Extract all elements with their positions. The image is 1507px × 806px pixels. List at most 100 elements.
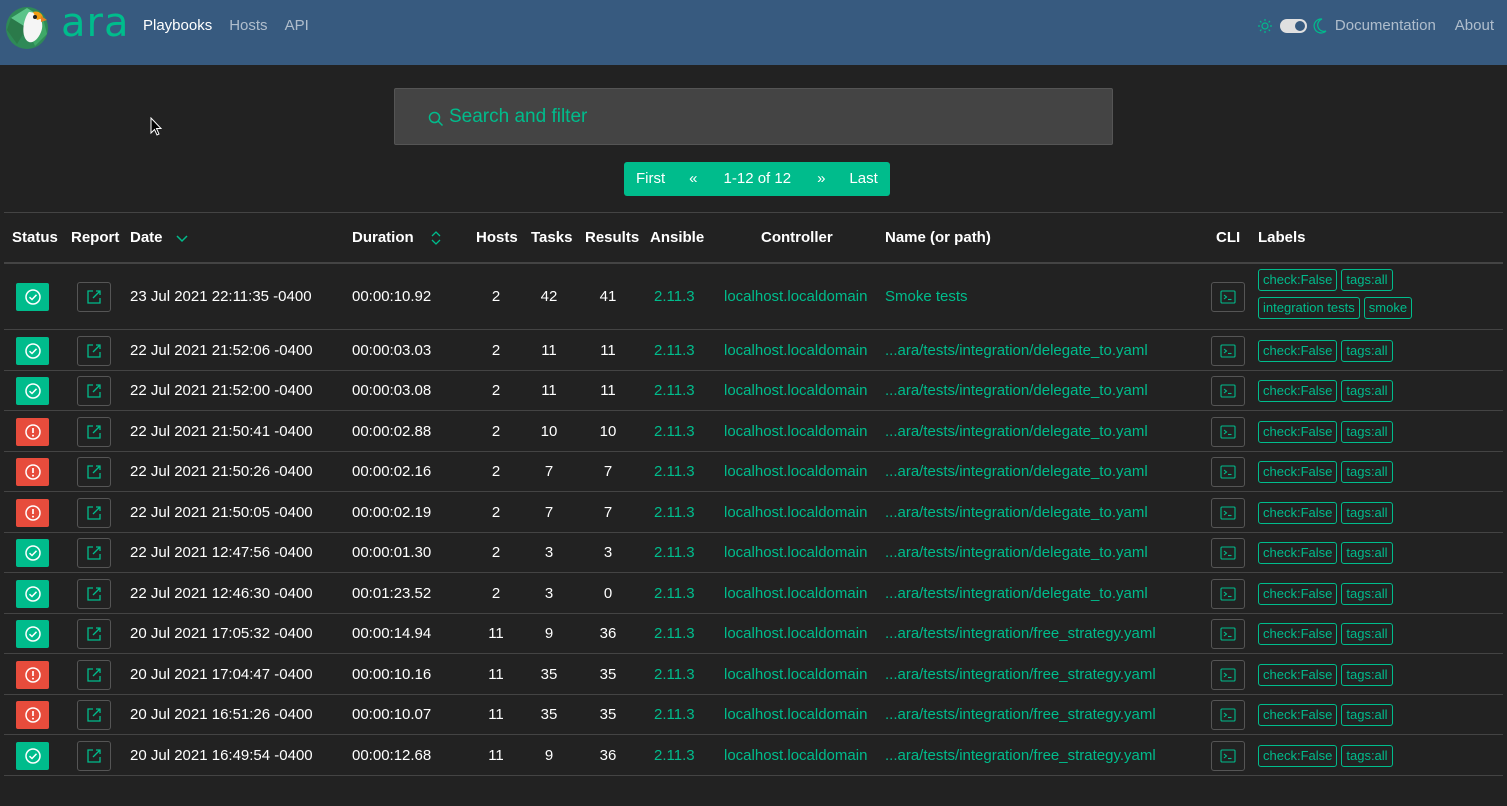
pagination-prev[interactable]: « xyxy=(677,162,709,196)
cli-button[interactable] xyxy=(1211,497,1245,528)
cli-button[interactable] xyxy=(1211,335,1245,366)
report-button[interactable] xyxy=(77,619,111,649)
status-badge[interactable] xyxy=(16,741,49,770)
report-button[interactable] xyxy=(77,457,111,487)
status-badge[interactable] xyxy=(16,539,49,567)
row-controller[interactable]: localhost.localdomain xyxy=(724,706,867,723)
cli-button[interactable] xyxy=(1211,578,1245,609)
row-ansible-version[interactable]: 2.11.3 xyxy=(654,544,695,561)
label-tag[interactable]: tags:all xyxy=(1341,269,1393,291)
report-button[interactable] xyxy=(77,282,111,312)
cli-button[interactable] xyxy=(1211,376,1245,406)
col-duration[interactable]: Duration xyxy=(352,229,442,246)
ara-logo[interactable]: ara xyxy=(5,0,128,50)
report-button[interactable] xyxy=(77,659,111,690)
row-playbook-name[interactable]: ...ara/tests/integration/free_strategy.y… xyxy=(885,706,1156,723)
label-tag[interactable]: tags:all xyxy=(1341,623,1393,645)
label-tag[interactable]: tags:all xyxy=(1341,461,1393,483)
cli-button[interactable] xyxy=(1211,659,1245,690)
cli-button[interactable] xyxy=(1211,619,1245,649)
row-playbook-name[interactable]: ...ara/tests/integration/delegate_to.yam… xyxy=(885,423,1148,440)
label-tag[interactable]: check:False xyxy=(1258,542,1338,564)
row-playbook-name[interactable]: Smoke tests xyxy=(885,288,968,305)
label-tag[interactable]: check:False xyxy=(1258,501,1338,524)
row-ansible-version[interactable]: 2.11.3 xyxy=(654,288,695,305)
row-controller[interactable]: localhost.localdomain xyxy=(724,342,867,359)
cli-button[interactable] xyxy=(1211,700,1245,730)
label-tag[interactable]: tags:all xyxy=(1341,704,1393,726)
row-controller[interactable]: localhost.localdomain xyxy=(724,625,867,642)
report-button[interactable] xyxy=(77,497,111,528)
cli-button[interactable] xyxy=(1211,740,1245,771)
row-playbook-name[interactable]: ...ara/tests/integration/free_strategy.y… xyxy=(885,666,1156,683)
row-ansible-version[interactable]: 2.11.3 xyxy=(654,342,695,359)
table-row[interactable]: 22 Jul 2021 12:46:30 -0400 00:01:23.52 2 3 0… xyxy=(4,573,1503,614)
label-tag[interactable]: smoke xyxy=(1363,297,1413,319)
table-row[interactable]: 22 Jul 2021 21:52:00 -0400 00:00:03.08 2 11… xyxy=(4,371,1503,411)
status-badge[interactable] xyxy=(16,620,49,648)
theme-toggle[interactable] xyxy=(1279,18,1307,33)
label-tag[interactable]: check:False xyxy=(1258,269,1338,291)
row-controller[interactable]: localhost.localdomain xyxy=(724,288,867,305)
row-ansible-version[interactable]: 2.11.3 xyxy=(654,463,695,480)
row-controller[interactable]: localhost.localdomain xyxy=(724,585,867,602)
nav-documentation[interactable]: Documentation xyxy=(1335,17,1436,34)
label-tag[interactable]: check:False xyxy=(1258,663,1338,686)
row-ansible-version[interactable]: 2.11.3 xyxy=(654,423,695,440)
row-controller[interactable]: localhost.localdomain xyxy=(724,382,867,399)
row-controller[interactable]: localhost.localdomain xyxy=(724,747,867,764)
status-badge[interactable] xyxy=(16,336,49,365)
status-badge[interactable] xyxy=(16,377,49,405)
row-controller[interactable]: localhost.localdomain xyxy=(724,544,867,561)
report-button[interactable] xyxy=(77,335,111,366)
report-button[interactable] xyxy=(77,700,111,730)
row-controller[interactable]: localhost.localdomain xyxy=(724,463,867,480)
status-badge[interactable] xyxy=(16,579,49,608)
table-row[interactable]: 20 Jul 2021 16:51:26 -0400 00:00:10.07 11 3… xyxy=(4,695,1503,735)
label-tag[interactable]: check:False xyxy=(1258,623,1338,645)
label-tag[interactable]: tags:all xyxy=(1341,420,1393,443)
table-row[interactable]: 20 Jul 2021 16:49:54 -0400 00:00:12.68 11 9… xyxy=(4,735,1503,776)
cli-button[interactable] xyxy=(1211,457,1245,487)
status-badge[interactable] xyxy=(16,701,49,729)
label-tag[interactable]: tags:all xyxy=(1341,663,1393,686)
label-tag[interactable]: check:False xyxy=(1258,420,1338,443)
report-button[interactable] xyxy=(77,578,111,609)
row-controller[interactable]: localhost.localdomain xyxy=(724,666,867,683)
col-date[interactable]: Date xyxy=(130,229,189,246)
table-row[interactable]: 22 Jul 2021 21:50:41 -0400 00:00:02.88 2 10… xyxy=(4,411,1503,452)
cli-button[interactable] xyxy=(1211,416,1245,447)
row-playbook-name[interactable]: ...ara/tests/integration/delegate_to.yam… xyxy=(885,382,1148,399)
table-row[interactable]: 23 Jul 2021 22:11:35 -0400 00:00:10.92 2 42… xyxy=(4,264,1503,330)
label-tag[interactable]: check:False xyxy=(1258,744,1338,767)
nav-hosts[interactable]: Hosts xyxy=(229,17,267,34)
label-tag[interactable]: tags:all xyxy=(1341,582,1393,605)
status-badge[interactable] xyxy=(16,417,49,446)
label-tag[interactable]: check:False xyxy=(1258,380,1338,402)
nav-playbooks[interactable]: Playbooks xyxy=(143,17,212,34)
status-badge[interactable] xyxy=(16,660,49,689)
label-tag[interactable]: check:False xyxy=(1258,339,1338,362)
nav-api[interactable]: API xyxy=(285,17,309,34)
label-tag[interactable]: tags:all xyxy=(1341,744,1393,767)
status-badge[interactable] xyxy=(16,458,49,486)
report-button[interactable] xyxy=(77,740,111,771)
row-ansible-version[interactable]: 2.11.3 xyxy=(654,666,695,683)
row-ansible-version[interactable]: 2.11.3 xyxy=(654,625,695,642)
row-playbook-name[interactable]: ...ara/tests/integration/free_strategy.y… xyxy=(885,625,1156,642)
report-button[interactable] xyxy=(77,376,111,406)
label-tag[interactable]: tags:all xyxy=(1341,380,1393,402)
search-input[interactable]: Search and filter xyxy=(394,88,1113,145)
table-row[interactable]: 22 Jul 2021 21:52:06 -0400 00:00:03.03 2 11… xyxy=(4,330,1503,371)
row-controller[interactable]: localhost.localdomain xyxy=(724,423,867,440)
row-ansible-version[interactable]: 2.11.3 xyxy=(654,382,695,399)
label-tag[interactable]: check:False xyxy=(1258,582,1338,605)
row-playbook-name[interactable]: ...ara/tests/integration/delegate_to.yam… xyxy=(885,463,1148,480)
label-tag[interactable]: check:False xyxy=(1258,461,1338,483)
table-row[interactable]: 22 Jul 2021 21:50:05 -0400 00:00:02.19 2 7 7… xyxy=(4,492,1503,533)
label-tag[interactable]: tags:all xyxy=(1341,339,1393,362)
cli-button[interactable] xyxy=(1211,282,1245,312)
row-ansible-version[interactable]: 2.11.3 xyxy=(654,585,695,602)
label-tag[interactable]: tags:all xyxy=(1341,501,1393,524)
pagination-last[interactable]: Last xyxy=(837,162,889,196)
